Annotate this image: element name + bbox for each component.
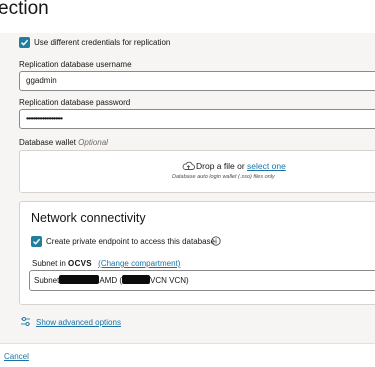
private-endpoint-label: Create private endpoint to access this d… <box>46 237 215 246</box>
cancel-button[interactable]: Cancel <box>4 352 29 361</box>
redaction-mark <box>59 275 100 284</box>
select-file-link[interactable]: select one <box>247 161 286 171</box>
password-input[interactable]: •••••••••••••••••••• <box>19 109 375 129</box>
password-label: Replication database password <box>19 98 131 107</box>
network-connectivity-section: Network connectivity Create private endp… <box>19 201 375 305</box>
use-different-credentials-checkbox[interactable] <box>19 37 30 48</box>
checkmark-icon <box>20 39 29 46</box>
use-different-credentials-label: Use different credentials for replicatio… <box>34 38 171 47</box>
upload-cloud-icon <box>182 161 195 170</box>
wallet-label: Database wallet Optional <box>19 138 108 147</box>
subnet-label-prefix: Subnet in <box>32 259 66 268</box>
sliders-icon[interactable] <box>20 316 31 327</box>
change-compartment-link[interactable]: (Change compartment) <box>98 259 180 268</box>
username-input[interactable]: ggadmin <box>19 71 375 91</box>
wallet-optional-text: Optional <box>78 138 108 147</box>
info-icon[interactable] <box>211 236 221 246</box>
subnet-value-c: VCN VCN) <box>150 276 189 285</box>
compartment-name: OCVS <box>68 259 92 268</box>
wallet-hint: Database auto login wallet (.sso) files … <box>172 174 275 180</box>
subnet-value-b: AMD ( <box>99 276 123 285</box>
show-advanced-options-link[interactable]: Show advanced options <box>36 318 121 327</box>
subnet-label: Subnet in OCVS (Change compartment) <box>32 259 180 268</box>
wallet-label-text: Database wallet <box>19 138 76 147</box>
private-endpoint-checkbox[interactable] <box>31 236 42 247</box>
drop-line: Drop a file or select one <box>196 161 286 171</box>
file-drop-zone[interactable]: Drop a file or select one Database auto … <box>19 150 375 193</box>
subnet-value-a: Subnet <box>34 276 60 285</box>
drop-text: Drop a file or <box>196 161 245 171</box>
redaction-mark <box>122 275 151 284</box>
panel-header: ection <box>0 0 375 34</box>
network-title: Network connectivity <box>31 211 146 225</box>
panel-footer: Cancel <box>0 343 375 367</box>
checkmark-icon <box>32 238 41 245</box>
subnet-select[interactable]: Subnet AMD ( VCN VCN) <box>29 270 375 291</box>
username-label: Replication database username <box>19 60 132 69</box>
page-title: ection <box>0 0 49 19</box>
